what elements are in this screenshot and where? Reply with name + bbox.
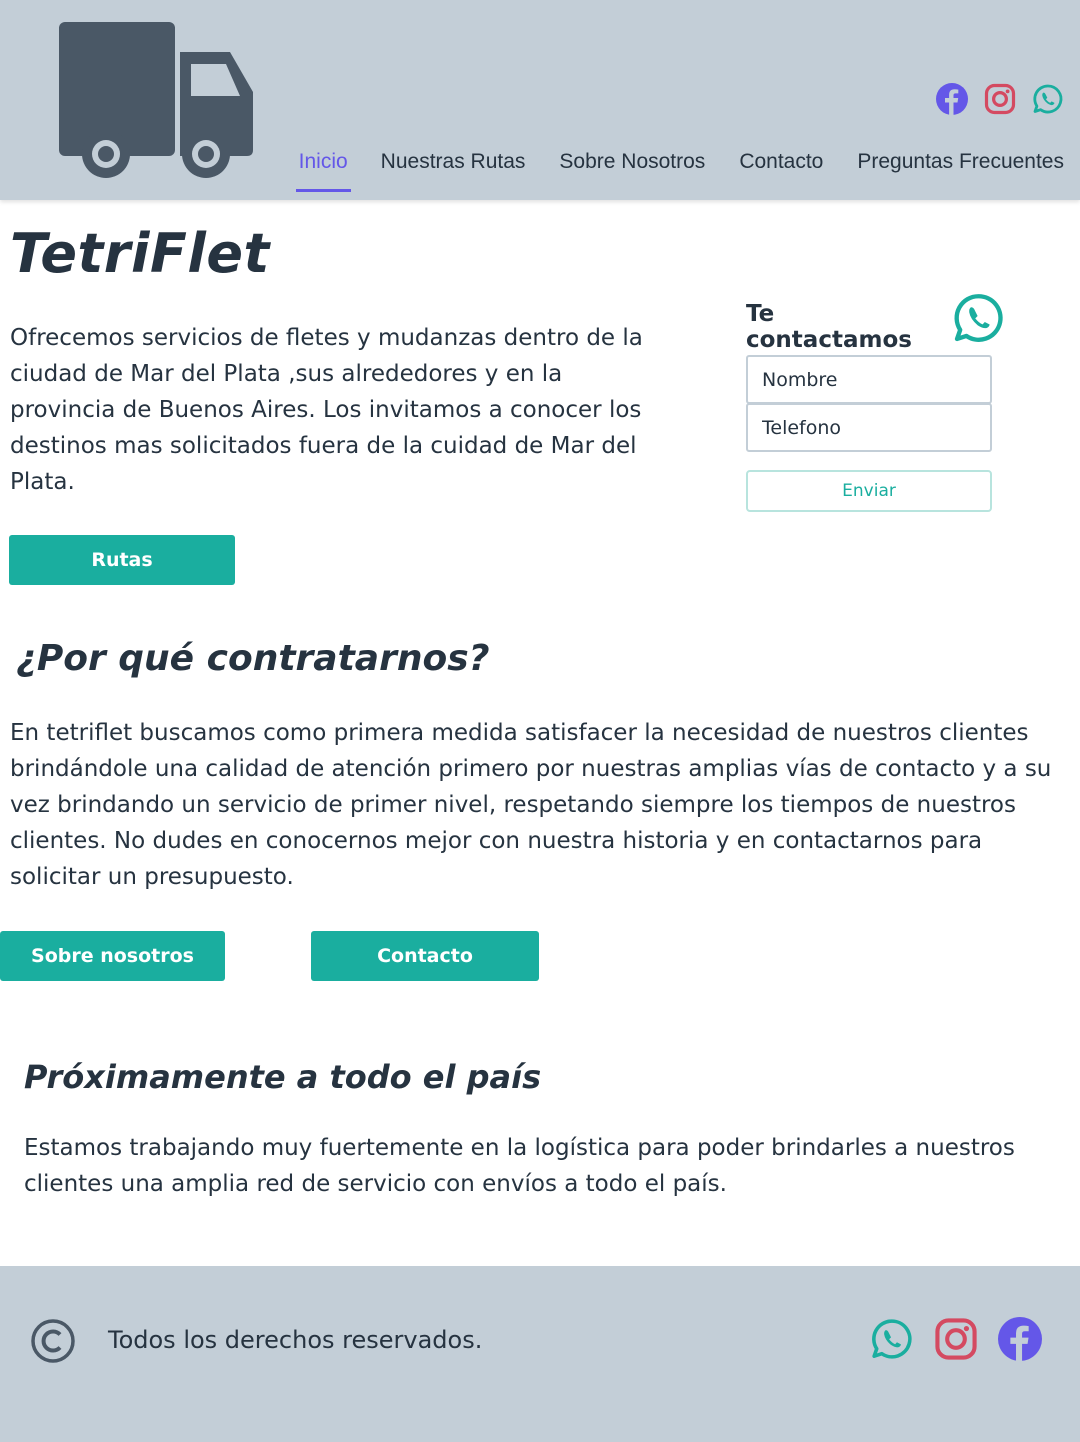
nav-item-sobre-nosotros[interactable]: Sobre Nosotros [555,140,709,192]
why-section-text: En tetriflet buscamos como primera medid… [10,720,1052,890]
site-footer: Todos los derechos reservados. [0,1266,1080,1442]
whatsapp-icon[interactable] [952,291,1006,345]
contact-form: Te contactamos Enviar [746,290,1006,512]
copyright-icon [31,1319,75,1363]
facebook-icon[interactable] [936,82,968,116]
copyright-text: Todos los derechos reservados. [108,1326,483,1354]
whatsapp-icon[interactable] [1032,82,1064,116]
instagram-icon[interactable] [934,1316,978,1362]
page-title: TetriFlet [10,222,270,285]
send-button[interactable]: Enviar [746,470,992,512]
truck-icon[interactable] [56,18,256,184]
facebook-icon[interactable] [998,1316,1042,1362]
nav-item-inicio[interactable]: Inicio [295,140,351,192]
instagram-icon[interactable] [984,82,1016,116]
about-us-button[interactable]: Sobre nosotros [0,931,225,981]
nav-item-preguntas-frecuentes[interactable]: Preguntas Frecuentes [853,140,1068,192]
coming-soon-title: Próximamente a todo el país [24,1058,542,1096]
main-nav: Inicio Nuestras Rutas Sobre Nosotros Con… [270,140,1068,192]
site-header: Inicio Nuestras Rutas Sobre Nosotros Con… [0,0,1080,200]
nav-item-contacto[interactable]: Contacto [735,140,827,192]
footer-social-links [870,1316,1042,1362]
contact-button[interactable]: Contacto [311,931,539,981]
header-social-links [936,82,1064,116]
hero-description: Ofrecemos servicios de fletes y mudanzas… [10,325,643,495]
contact-form-title: Te contactamos [746,301,912,353]
name-input[interactable] [746,355,992,404]
rutas-button[interactable]: Rutas [9,535,235,585]
phone-input[interactable] [746,403,992,452]
contact-form-header: Te contactamos [746,290,1006,353]
whatsapp-icon[interactable] [870,1316,914,1362]
why-section-title: ¿Por qué contratarnos? [16,638,490,679]
nav-item-nuestras-rutas[interactable]: Nuestras Rutas [377,140,530,192]
coming-soon-text: Estamos trabajando muy fuertemente en la… [24,1135,1015,1197]
